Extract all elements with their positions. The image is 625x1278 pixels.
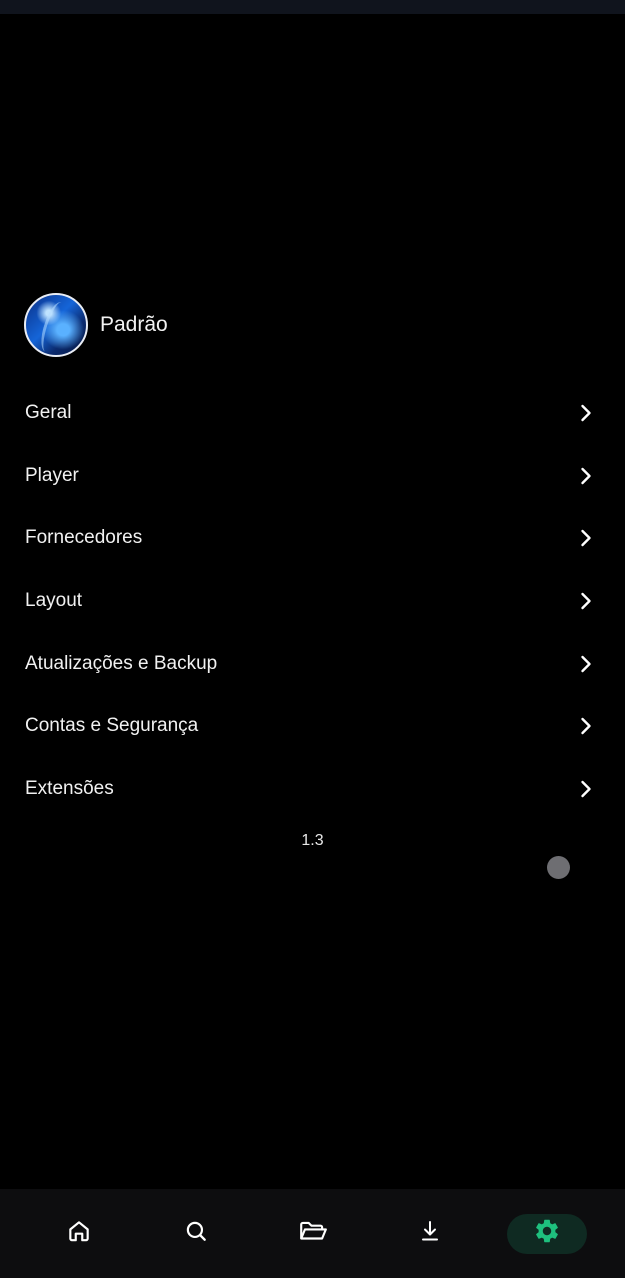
home-icon: [66, 1218, 92, 1249]
profile-header[interactable]: Padrão: [24, 293, 168, 357]
menu-item-extensoes[interactable]: Extensões: [0, 758, 625, 821]
nav-library-button[interactable]: [273, 1214, 353, 1254]
settings-screen: Padrão Geral Player Fornecedores Layout: [0, 0, 625, 1278]
app-version: 1.3: [301, 832, 324, 849]
nav-downloads-button[interactable]: [390, 1214, 470, 1254]
menu-item-label: Layout: [25, 590, 83, 612]
chevron-right-icon: [580, 529, 592, 547]
floating-touch-dot[interactable]: [547, 856, 570, 879]
chevron-right-icon: [580, 655, 592, 673]
menu-item-label: Player: [25, 464, 79, 486]
menu-item-layout[interactable]: Layout: [0, 570, 625, 633]
download-icon: [418, 1218, 442, 1249]
avatar[interactable]: [24, 293, 88, 357]
folder-open-icon: [298, 1218, 328, 1249]
chevron-right-icon: [580, 404, 592, 422]
search-icon: [183, 1218, 209, 1249]
menu-item-label: Contas e Segurança: [25, 715, 199, 737]
menu-item-geral[interactable]: Geral: [0, 382, 625, 445]
menu-item-contas-seguranca[interactable]: Contas e Segurança: [0, 695, 625, 758]
settings-menu: Geral Player Fornecedores Layout Atualiz…: [0, 382, 625, 820]
menu-item-label: Fornecedores: [25, 527, 143, 549]
menu-item-player[interactable]: Player: [0, 445, 625, 508]
profile-name: Padrão: [100, 313, 168, 336]
menu-item-label: Extensões: [25, 777, 114, 799]
nav-home-button[interactable]: [39, 1214, 119, 1254]
chevron-right-icon: [580, 467, 592, 485]
menu-item-atualizacoes-backup[interactable]: Atualizações e Backup: [0, 632, 625, 695]
nav-search-button[interactable]: [156, 1214, 236, 1254]
chevron-right-icon: [580, 717, 592, 735]
menu-item-label: Geral: [25, 402, 72, 424]
chevron-right-icon: [580, 780, 592, 798]
menu-item-fornecedores[interactable]: Fornecedores: [0, 507, 625, 570]
menu-item-label: Atualizações e Backup: [25, 652, 218, 674]
status-bar: [0, 0, 625, 14]
chevron-right-icon: [580, 592, 592, 610]
gear-icon: [533, 1217, 561, 1250]
bottom-navigation: [0, 1189, 625, 1278]
nav-settings-button[interactable]: [506, 1213, 587, 1254]
